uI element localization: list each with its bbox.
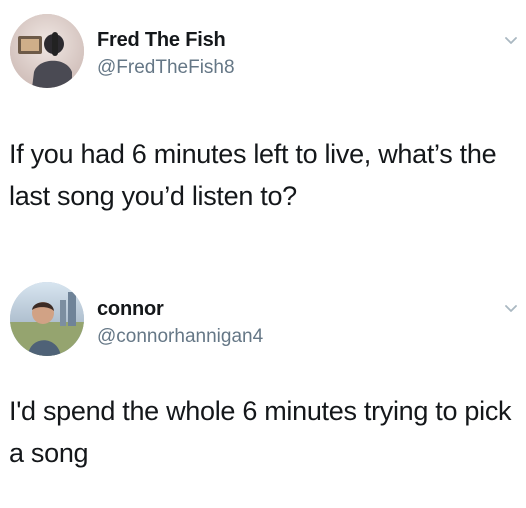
tweet-text: If you had 6 minutes left to live, what’… <box>9 139 497 211</box>
display-name[interactable]: Fred The Fish <box>97 29 226 52</box>
user-handle[interactable]: @FredTheFish8 <box>97 57 235 79</box>
tweet-text: I'd spend the whole 6 minutes trying to … <box>9 396 512 468</box>
user-handle[interactable]: @connorhannigan4 <box>97 326 263 348</box>
avatar-connor[interactable] <box>10 282 84 356</box>
chevron-down-icon[interactable] <box>504 34 518 48</box>
avatar-fred-the-fish[interactable] <box>10 14 84 88</box>
display-name[interactable]: connor <box>97 298 164 321</box>
chevron-down-icon[interactable] <box>504 302 518 316</box>
